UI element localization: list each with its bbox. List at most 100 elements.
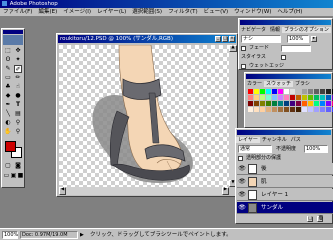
menu-help[interactable]: ヘルプ(H) — [274, 8, 305, 16]
menu-view[interactable]: ビュー(V) — [201, 8, 232, 16]
color-swatch[interactable] — [326, 89, 331, 94]
color-swatch[interactable] — [302, 95, 307, 100]
color-swatch[interactable] — [314, 89, 319, 94]
color-swatch[interactable] — [278, 107, 283, 112]
color-swatch[interactable] — [260, 89, 265, 94]
canvas[interactable] — [59, 45, 229, 195]
color-swatch[interactable] — [254, 101, 259, 106]
eyedropper-tool-icon[interactable]: ⚲ — [14, 119, 22, 127]
color-swatch[interactable] — [314, 95, 319, 100]
preserve-transparency-checkbox[interactable] — [238, 156, 243, 161]
visibility-eye-icon[interactable]: 👁 — [238, 165, 246, 173]
color-swatch[interactable] — [290, 101, 295, 106]
layer-opacity-field[interactable]: 100% — [304, 145, 328, 153]
blend-mode-dropdown[interactable]: 通常 — [238, 145, 272, 153]
color-swatch[interactable] — [326, 95, 331, 100]
color-swatch[interactable] — [284, 107, 289, 112]
scroll-up-icon[interactable]: ▲ — [229, 45, 237, 52]
tab-navigator[interactable]: ナビゲータ — [239, 27, 268, 33]
color-swatch[interactable] — [278, 101, 283, 106]
menu-select[interactable]: 選択範囲(S) — [129, 8, 165, 16]
color-swatch[interactable] — [278, 95, 283, 100]
foreground-color-swatch[interactable] — [5, 141, 16, 152]
fade-checkbox[interactable] — [241, 46, 246, 51]
color-swatch[interactable] — [284, 101, 289, 106]
color-swatch[interactable] — [296, 89, 301, 94]
color-swatch[interactable] — [326, 101, 331, 106]
lasso-tool-icon[interactable]: ʘ — [4, 56, 12, 64]
airbrush-tool-icon[interactable]: ✎ — [4, 65, 12, 73]
quick-mask-off-icon[interactable]: ▢ — [4, 162, 12, 170]
opacity-stepper-icon[interactable]: ▸ — [311, 36, 317, 42]
blend-mode-select[interactable]: ナシ — [241, 35, 281, 43]
maximize-icon[interactable]: □ — [222, 36, 228, 42]
color-swatch[interactable] — [254, 95, 259, 100]
close-icon[interactable]: × — [229, 36, 235, 42]
stamp-tool-icon[interactable]: ♣ — [4, 83, 12, 91]
color-swatch[interactable] — [308, 89, 313, 94]
marquee-tool-icon[interactable]: ⬚ — [4, 47, 12, 55]
quick-mask-on-icon[interactable]: ◙ — [14, 162, 22, 170]
color-swatch[interactable] — [290, 107, 295, 112]
scroll-right-icon[interactable]: ▶ — [222, 187, 229, 195]
visibility-eye-icon[interactable]: 👁 — [238, 204, 246, 212]
color-swatch[interactable] — [266, 89, 271, 94]
scroll-left-icon[interactable]: ◀ — [59, 187, 66, 195]
color-swatch[interactable] — [308, 107, 313, 112]
pencil-tool-icon[interactable]: ✏ — [14, 74, 22, 82]
tab-layers[interactable]: レイヤー — [236, 137, 260, 143]
layer-row-layer-1[interactable]: 👁 レイヤー 1 — [237, 189, 333, 201]
layer-row-back[interactable]: 👁 後 — [237, 163, 333, 175]
tab-info[interactable]: 情報 — [268, 27, 282, 33]
visibility-eye-icon[interactable]: 👁 — [238, 191, 246, 199]
tab-brushes[interactable]: ブラシ — [293, 81, 312, 87]
color-swatch[interactable] — [314, 107, 319, 112]
delete-layer-icon[interactable]: 🗑 — [317, 216, 324, 222]
color-swatch[interactable] — [254, 107, 259, 112]
color-swatch[interactable] — [248, 95, 253, 100]
color-swatch[interactable] — [278, 89, 283, 94]
color-swatch[interactable] — [266, 101, 271, 106]
color-swatch[interactable] — [272, 89, 277, 94]
color-swatch[interactable] — [302, 107, 307, 112]
color-swatch[interactable] — [308, 101, 313, 106]
type-tool-icon[interactable]: T — [14, 101, 22, 109]
menu-layer[interactable]: レイヤー(L) — [94, 8, 129, 16]
fade-steps-field[interactable] — [281, 45, 311, 52]
menu-filter[interactable]: フィルタ(T) — [165, 8, 201, 16]
color-swatch[interactable] — [302, 101, 307, 106]
eraser-tool-icon[interactable]: ▭ — [4, 74, 12, 82]
color-swatch[interactable] — [320, 107, 325, 112]
move-tool-icon[interactable]: ✥ — [14, 47, 22, 55]
menu-file[interactable]: ファイル(F) — [0, 8, 35, 16]
color-swatch[interactable] — [266, 107, 271, 112]
menu-edit[interactable]: 編集(E) — [35, 8, 60, 16]
gradient-tool-icon[interactable]: ▤ — [14, 110, 22, 118]
color-swatch[interactable] — [248, 89, 253, 94]
color-swatch[interactable] — [302, 89, 307, 94]
wet-edges-checkbox[interactable] — [241, 64, 246, 69]
tab-swatches[interactable]: スウォッチ — [264, 81, 294, 87]
layer-row-skin[interactable]: 👁 肌 — [237, 176, 333, 188]
color-swatch[interactable] — [248, 101, 253, 106]
color-swatch[interactable] — [284, 89, 289, 94]
color-swatch[interactable] — [284, 95, 289, 100]
menu-image[interactable]: イメージ(I) — [60, 8, 94, 16]
color-swatch[interactable] — [326, 107, 331, 112]
hand-tool-icon[interactable]: ✋ — [4, 128, 12, 136]
tab-brush-options[interactable]: ブラシのオプション — [282, 27, 331, 33]
zoom-tool-icon[interactable]: ⚲ — [14, 128, 22, 136]
dodge-tool-icon[interactable]: ● — [14, 92, 22, 100]
color-swatch[interactable] — [272, 101, 277, 106]
zoom-field[interactable]: 100% — [2, 231, 18, 239]
stylus-checkbox[interactable] — [281, 55, 286, 60]
color-swatch[interactable] — [290, 95, 295, 100]
tab-paths[interactable]: パス — [289, 137, 303, 143]
screen-mode-menu-icon[interactable]: ▣ — [10, 172, 17, 180]
tab-color[interactable]: カラー — [245, 81, 264, 87]
color-swatch[interactable] — [290, 89, 295, 94]
doc-size-readout[interactable]: Doc: 0.97M/19.0M — [20, 231, 78, 239]
color-swatch[interactable] — [260, 95, 265, 100]
smudge-tool-icon[interactable]: ☝ — [14, 83, 22, 91]
minimize-icon[interactable]: _ — [215, 36, 221, 42]
